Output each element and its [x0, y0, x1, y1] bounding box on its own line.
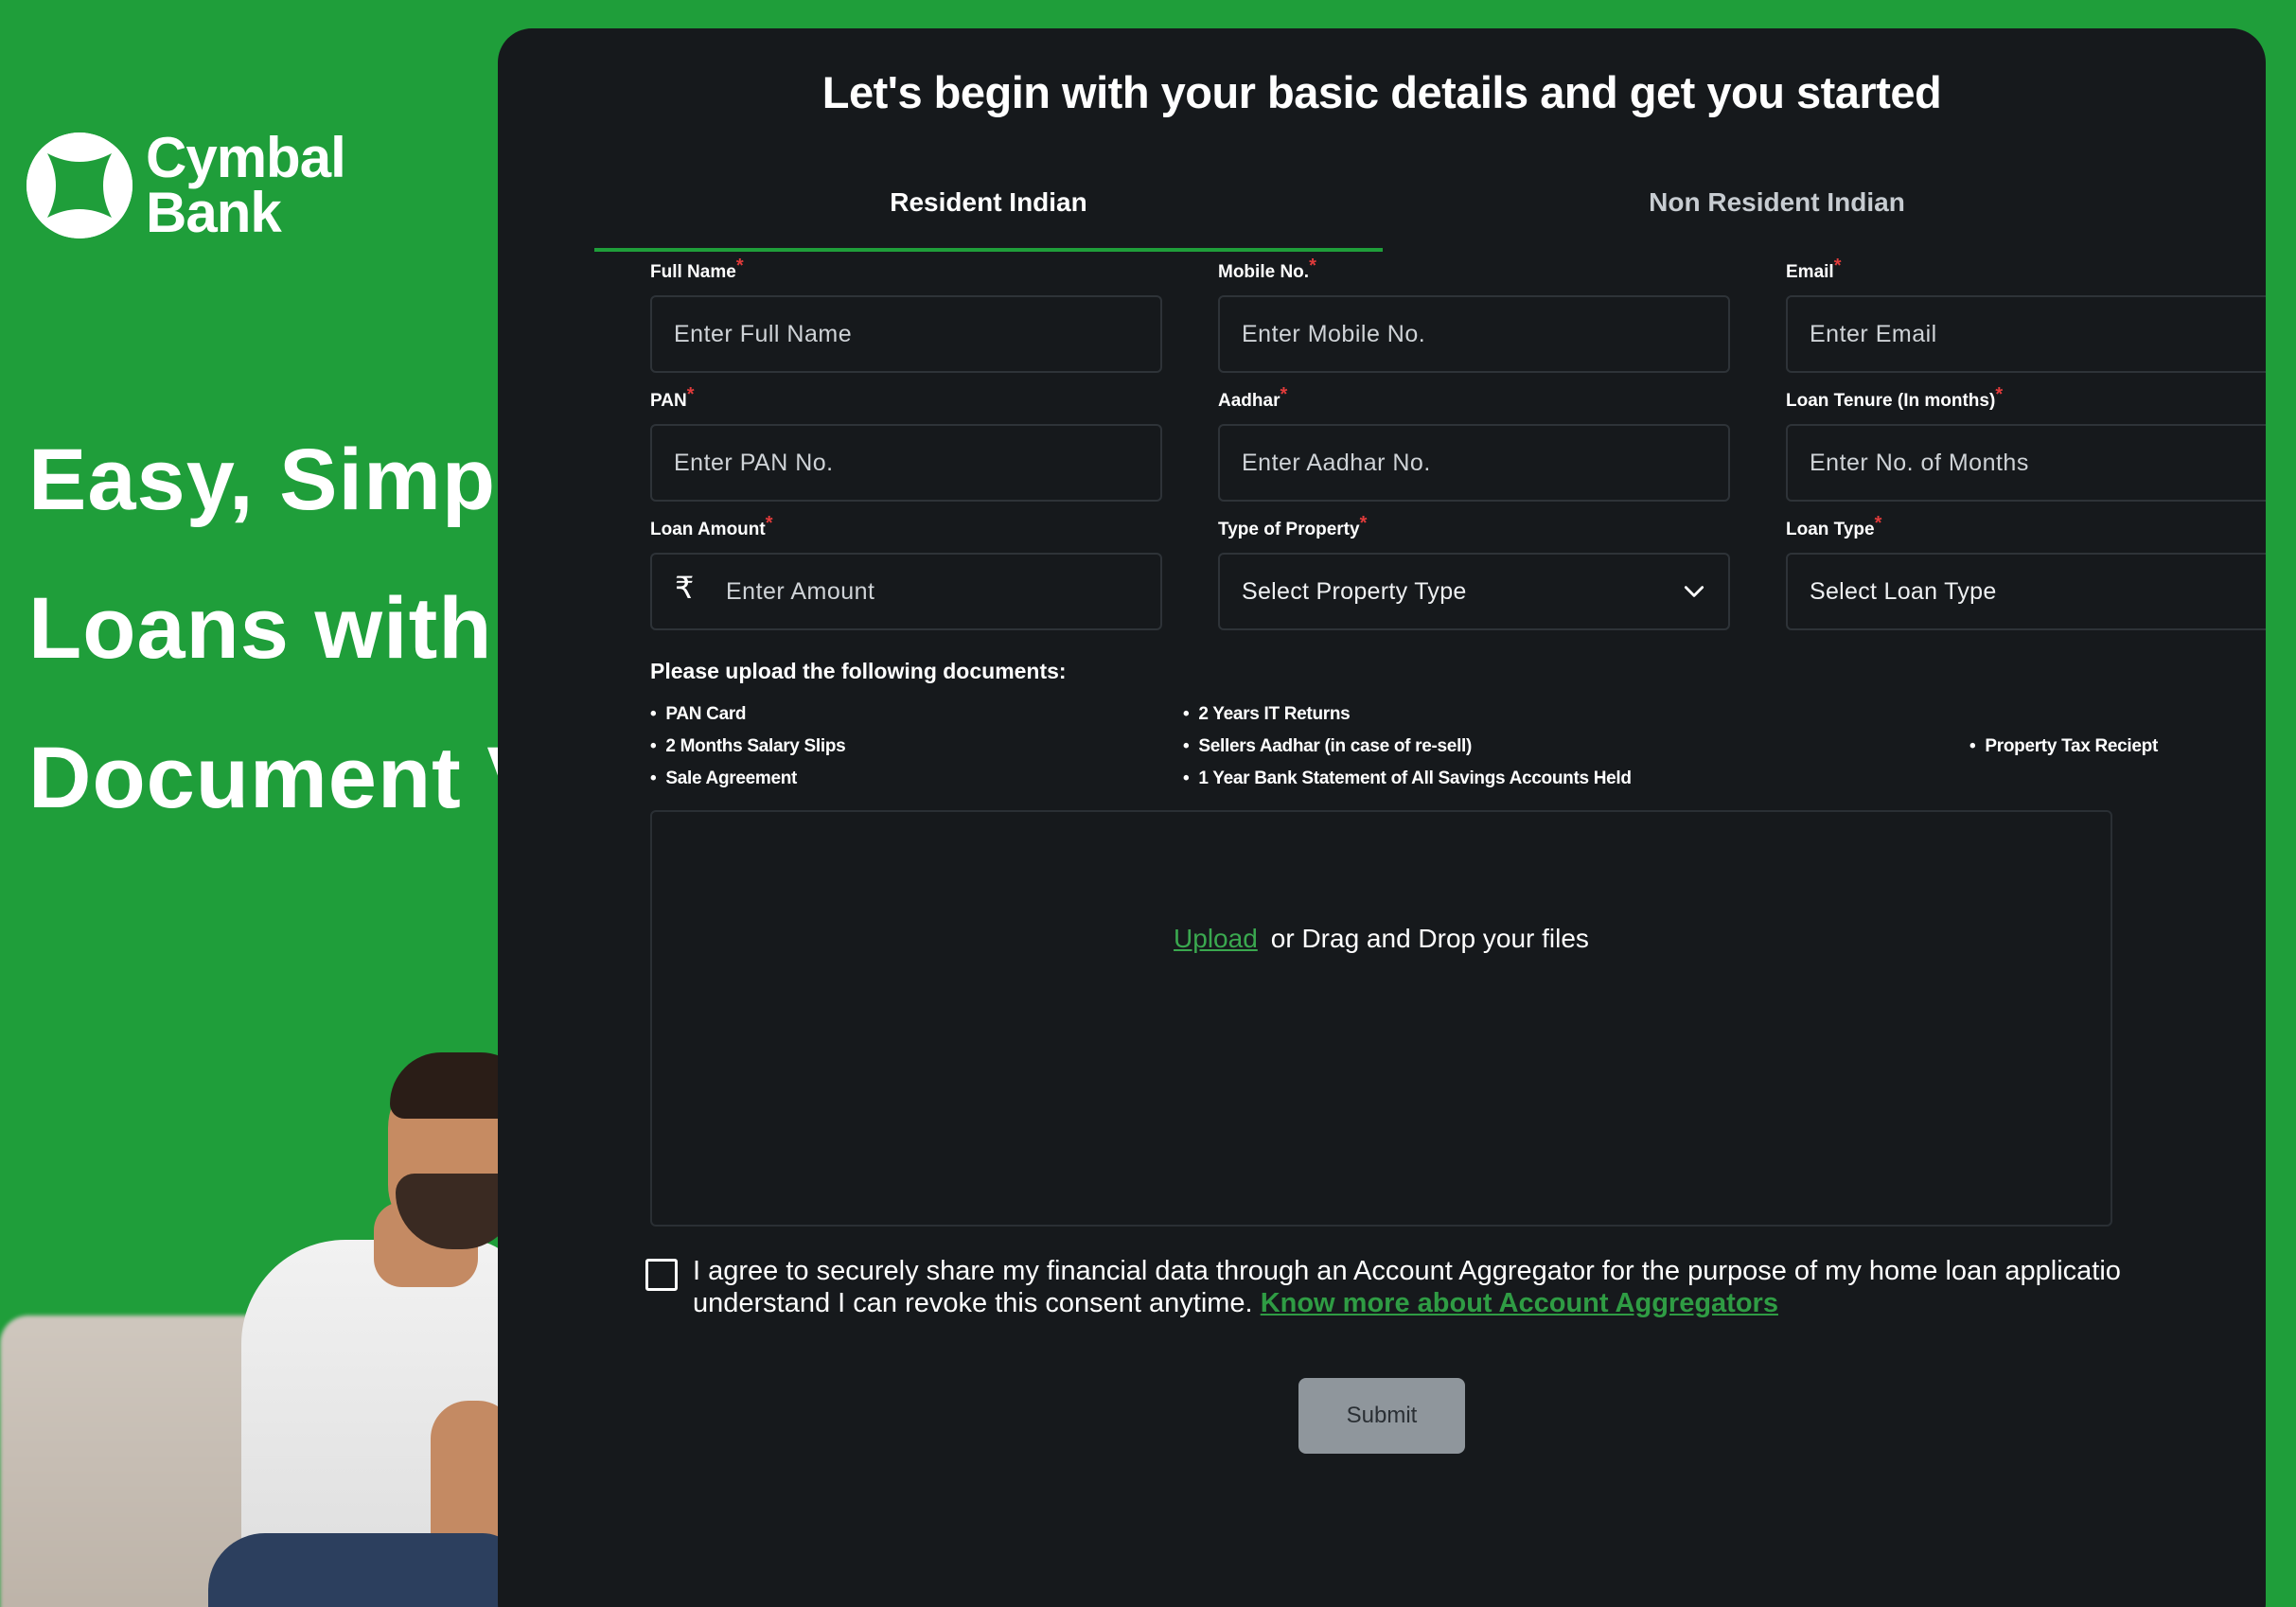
application-form-card: Let's begin with your basic details and … [498, 28, 2266, 1607]
aadhar-input[interactable] [1218, 424, 1730, 502]
required-marker: * [1874, 513, 1882, 534]
mobile-label: Mobile No.* [1218, 256, 1730, 286]
aadhar-field: Aadhar* [1218, 384, 1730, 502]
brand-name: Cymbal Bank [146, 126, 346, 244]
property-type-label-text: Type of Property [1218, 520, 1360, 539]
document-item: 2 Years IT Returns [1183, 704, 1350, 725]
required-marker: * [1995, 384, 2004, 405]
document-item: Property Tax Reciept [1969, 736, 2158, 757]
documents-heading: Please upload the following documents: [650, 659, 1067, 683]
aadhar-label-text: Aadhar [1218, 391, 1280, 411]
document-item: 1 Year Bank Statement of All Savings Acc… [1183, 768, 1632, 789]
jeans-shape [208, 1533, 511, 1607]
form-title: Let's begin with your basic details and … [821, 67, 1942, 117]
pan-label: PAN* [650, 384, 1162, 415]
hair-shape [390, 1052, 511, 1119]
required-marker: * [1309, 256, 1316, 276]
loan-type-select[interactable]: Select Loan Type [1786, 553, 2266, 630]
brand-name-line2: Bank [146, 181, 282, 244]
property-type-label: Type of Property* [1218, 513, 1730, 543]
tab-non-resident-indian[interactable]: Non Resident Indian [1383, 150, 2171, 252]
submit-button[interactable]: Submit [1298, 1378, 1465, 1454]
email-input[interactable] [1786, 295, 2266, 373]
chevron-down-icon [1684, 586, 1704, 597]
loan-amount-input-wrap: ₹ [650, 553, 1162, 630]
consent-text-line1: I agree to securely share my financial d… [693, 1256, 2121, 1286]
mobile-input[interactable] [1218, 295, 1730, 373]
account-aggregator-link[interactable]: Know more about Account Aggregators [1261, 1288, 1778, 1318]
hero-headline-line1: Easy, Simple [28, 432, 511, 528]
required-marker: * [765, 513, 773, 534]
loan-type-label-text: Loan Type [1786, 520, 1875, 539]
required-marker: * [686, 384, 695, 405]
full-name-field: Full Name* [650, 256, 1162, 373]
loan-type-label: Loan Type* [1786, 513, 2266, 543]
email-field: Email* [1786, 256, 2266, 373]
pan-field: PAN* [650, 384, 1162, 502]
hero-panel: Cymbal Bank Easy, Simple Loans with I Do… [0, 0, 511, 1607]
consent-text: I agree to securely share my financial d… [693, 1255, 2169, 1319]
cymbal-star-icon [26, 132, 132, 238]
loan-tenure-label: Loan Tenure (In months)* [1786, 384, 2266, 415]
full-name-input[interactable] [650, 295, 1162, 373]
hero-headline-line3: Document V [28, 730, 511, 826]
property-type-selected: Select Property Type [1242, 577, 1467, 605]
required-marker: * [1280, 384, 1288, 405]
rupee-icon: ₹ [675, 570, 695, 606]
property-type-select[interactable]: Select Property Type [1218, 553, 1730, 630]
loan-amount-label: Loan Amount* [650, 513, 1162, 543]
loan-tenure-label-text: Loan Tenure (In months) [1786, 391, 1996, 411]
loan-type-selected: Select Loan Type [1810, 577, 1997, 605]
required-marker: * [735, 256, 744, 276]
loan-type-field: Loan Type* Select Loan Type [1786, 513, 2266, 630]
tab-resident-indian[interactable]: Resident Indian [594, 150, 1383, 252]
document-item: Sale Agreement [650, 768, 797, 789]
pan-input[interactable] [650, 424, 1162, 502]
loan-amount-input[interactable] [650, 553, 1162, 630]
drag-drop-text: or Drag and Drop your files [1270, 924, 1589, 953]
loan-tenure-input[interactable] [1786, 424, 2266, 502]
email-label: Email* [1786, 256, 2266, 286]
document-item: PAN Card [650, 704, 746, 725]
loan-amount-label-text: Loan Amount [650, 520, 766, 539]
dropzone-text: Upload or Drag and Drop your files [652, 924, 2111, 954]
required-marker: * [1359, 513, 1368, 534]
consent-text-line2: understand I can revoke this consent any… [693, 1288, 1253, 1318]
upload-link[interactable]: Upload [1174, 924, 1258, 953]
brand-logo[interactable]: Cymbal Bank [26, 126, 346, 244]
hero-photo [0, 1041, 511, 1607]
loan-amount-field: Loan Amount* ₹ [650, 513, 1162, 630]
full-name-label-text: Full Name [650, 262, 736, 282]
hero-headline-line2: Loans with I [28, 580, 511, 677]
pan-label-text: PAN [650, 391, 687, 411]
brand-name-line1: Cymbal [146, 126, 346, 189]
mobile-field: Mobile No.* [1218, 256, 1730, 373]
email-label-text: Email [1786, 262, 1834, 282]
document-item: Sellers Aadhar (in case of re-sell) [1183, 736, 1472, 757]
full-name-label: Full Name* [650, 256, 1162, 286]
residency-tabs: Resident Indian Non Resident Indian [594, 150, 2171, 252]
loan-tenure-field: Loan Tenure (In months)* [1786, 384, 2266, 502]
property-type-field: Type of Property* Select Property Type [1218, 513, 1730, 630]
document-item: 2 Months Salary Slips [650, 736, 845, 757]
file-dropzone[interactable]: Upload or Drag and Drop your files [650, 810, 2112, 1227]
required-marker: * [1833, 256, 1842, 276]
consent-checkbox[interactable] [645, 1259, 678, 1291]
aadhar-label: Aadhar* [1218, 384, 1730, 415]
mobile-label-text: Mobile No. [1218, 262, 1310, 282]
